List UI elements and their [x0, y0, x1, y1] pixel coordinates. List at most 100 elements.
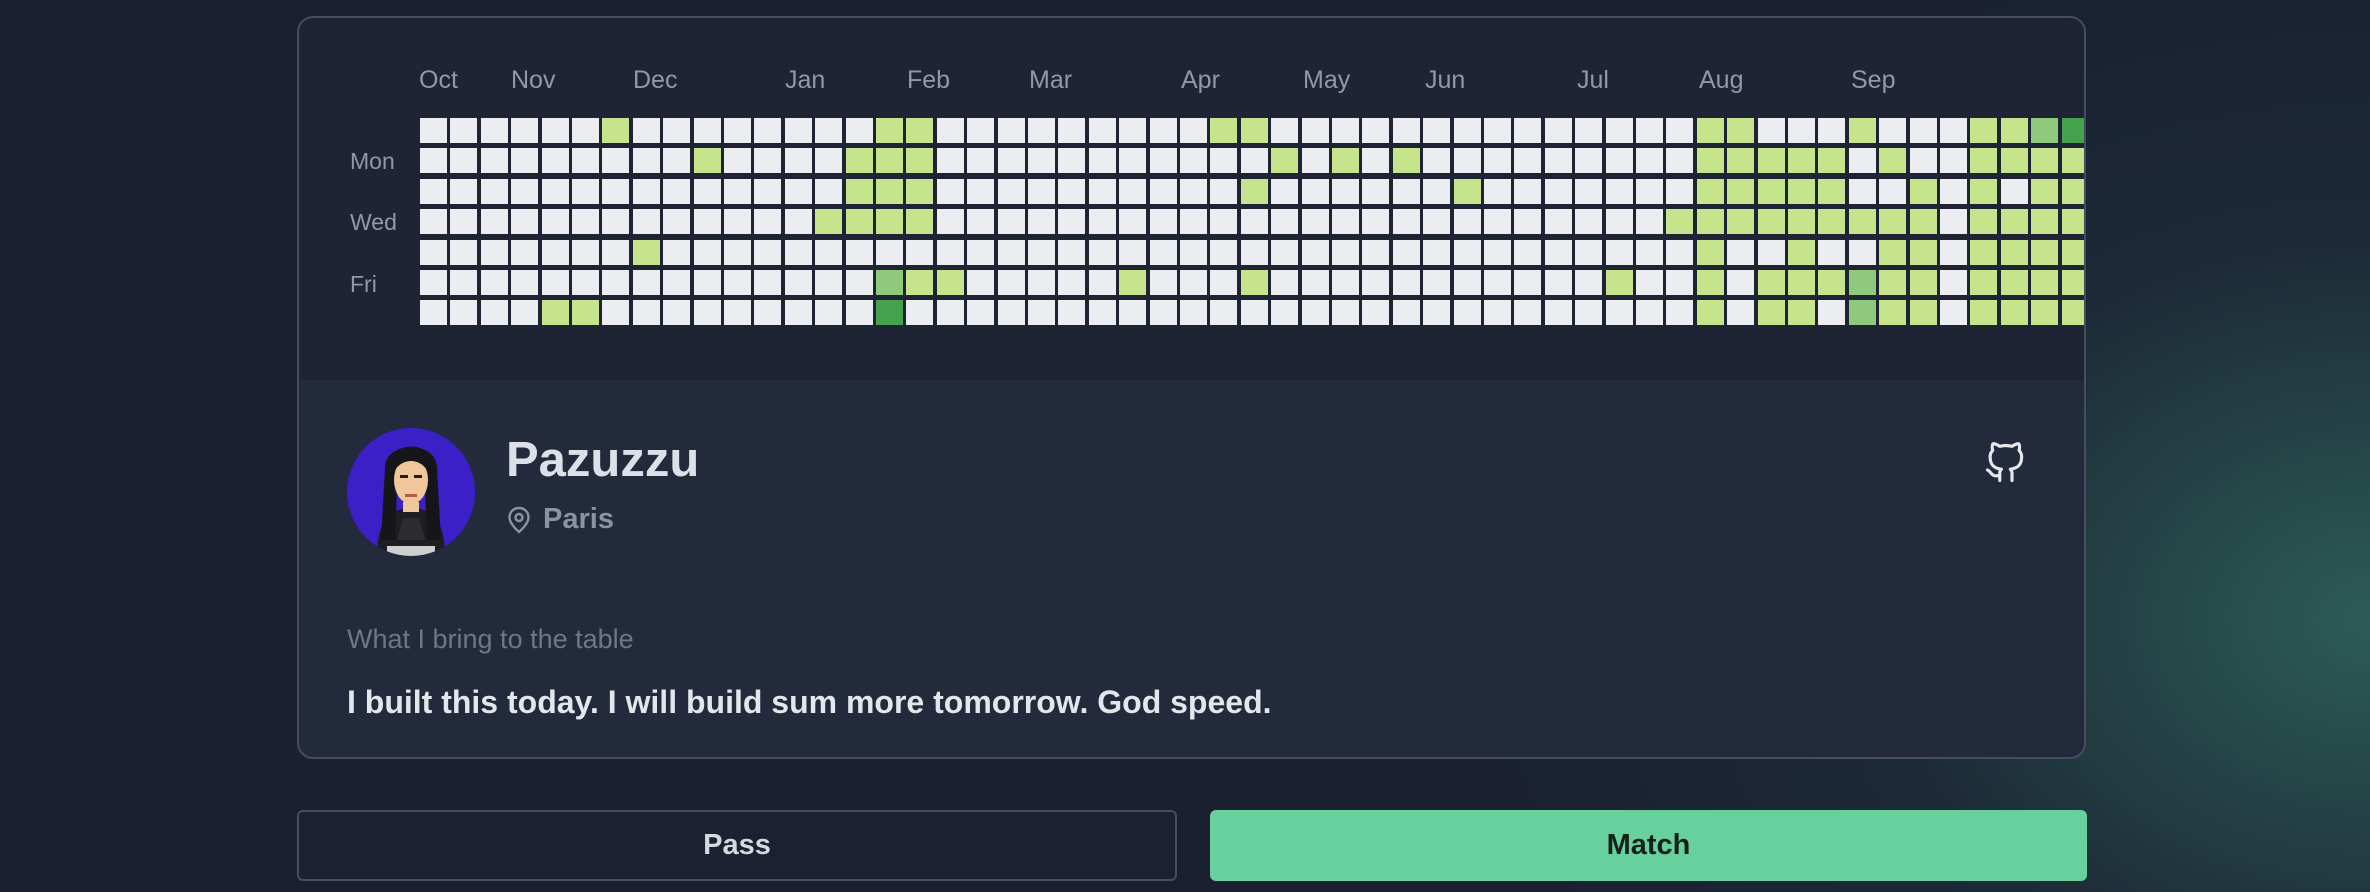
- contribution-cell: [693, 209, 721, 235]
- contribution-cell: [1909, 178, 1937, 204]
- contribution-cell: [1058, 270, 1086, 295]
- contribution-cell: [2061, 178, 2084, 204]
- contribution-cell: [1940, 239, 1967, 265]
- contribution-cell: [1970, 300, 1998, 326]
- contribution-cell: [663, 148, 691, 174]
- contribution-cell: [1028, 178, 1055, 204]
- contribution-cell: [1788, 148, 1815, 174]
- contribution-cell: [1484, 239, 1511, 265]
- contribution-cell: [1058, 209, 1086, 235]
- contribution-cell: [1484, 209, 1511, 235]
- contribution-cell: [602, 148, 630, 174]
- contribution-cell: [1848, 178, 1876, 204]
- contribution-cell: [1514, 270, 1542, 295]
- contribution-cell: [1727, 209, 1755, 235]
- contribution-cell: [1909, 239, 1937, 265]
- contribution-cell: [876, 239, 903, 265]
- contribution-cell: [572, 300, 599, 326]
- contribution-cell: [906, 118, 934, 143]
- month-label-sep: Sep: [1851, 66, 1896, 94]
- contribution-cell: [784, 118, 812, 143]
- contribution-cell: [1119, 118, 1147, 143]
- contribution-cell: [1423, 239, 1451, 265]
- contribution-cell: [1362, 118, 1390, 143]
- contribution-cell: [724, 209, 751, 235]
- contribution-cell: [480, 239, 508, 265]
- contribution-cell: [724, 300, 751, 326]
- contribution-cell: [1453, 270, 1481, 295]
- contribution-cell: [1210, 300, 1238, 326]
- contribution-cell: [663, 178, 691, 204]
- contribution-cell: [1696, 118, 1724, 143]
- contribution-cell: [967, 300, 995, 326]
- contribution-cell: [1362, 300, 1390, 326]
- contribution-cell: [602, 209, 630, 235]
- contribution-cell: [1636, 178, 1663, 204]
- contribution-cell: [724, 270, 751, 295]
- contribution-cell: [1788, 118, 1815, 143]
- contribution-cell: [1636, 270, 1663, 295]
- contribution-cell: [541, 118, 569, 143]
- contribution-cell: [1514, 178, 1542, 204]
- contribution-cell: [1848, 148, 1876, 174]
- contribution-cell: [1362, 270, 1390, 295]
- contribution-cell: [1180, 118, 1207, 143]
- contribution-cell: [997, 118, 1025, 143]
- contribution-cell: [2000, 209, 2028, 235]
- contribution-cell: [1848, 270, 1876, 295]
- contribution-cell: [906, 209, 934, 235]
- contribution-cell: [936, 239, 964, 265]
- contribution-cell: [1666, 178, 1694, 204]
- contribution-cell: [1119, 178, 1147, 204]
- contribution-cell: [420, 178, 447, 204]
- contribution-cell: [1514, 209, 1542, 235]
- contribution-cell: [1362, 209, 1390, 235]
- github-link[interactable]: [1984, 442, 2026, 484]
- contribution-cell: [876, 178, 903, 204]
- contribution-cell: [511, 239, 539, 265]
- contribution-cell: [511, 178, 539, 204]
- contribution-cell: [1210, 178, 1238, 204]
- contribution-cell: [1210, 270, 1238, 295]
- contribution-graph: Oct Nov Dec Jan Feb Mar Apr May Jun Jul …: [299, 18, 2084, 380]
- contribution-cell: [1423, 209, 1451, 235]
- contribution-cell: [1028, 118, 1055, 143]
- match-button[interactable]: Match: [1210, 810, 2087, 881]
- contribution-cell: [815, 178, 843, 204]
- contribution-cell: [1575, 118, 1603, 143]
- contribution-cell: [1149, 300, 1177, 326]
- day-label-wed: Wed: [350, 209, 397, 235]
- pass-button[interactable]: Pass: [297, 810, 1177, 881]
- github-icon: [1985, 442, 2024, 483]
- contribution-cell: [693, 148, 721, 174]
- month-label-dec: Dec: [633, 66, 678, 94]
- contribution-cell: [1362, 239, 1390, 265]
- contribution-cell: [2061, 209, 2084, 235]
- contribution-cell: [1757, 209, 1785, 235]
- contribution-cell: [1149, 178, 1177, 204]
- contribution-cell: [572, 209, 599, 235]
- contribution-cell: [754, 239, 782, 265]
- contribution-cell: [632, 118, 660, 143]
- contribution-cell: [1210, 239, 1238, 265]
- contribution-cell: [1544, 118, 1572, 143]
- contribution-cell: [1028, 239, 1055, 265]
- contribution-cell: [936, 148, 964, 174]
- contribution-cell: [1940, 209, 1967, 235]
- contribution-cell: [815, 209, 843, 235]
- contribution-cell: [1301, 148, 1329, 174]
- contribution-cell: [572, 118, 599, 143]
- contribution-cell: [1240, 118, 1268, 143]
- contribution-cell: [1575, 270, 1603, 295]
- contribution-cell: [906, 148, 934, 174]
- profile-location: Paris: [507, 503, 614, 536]
- contribution-cell: [420, 118, 447, 143]
- contribution-cell: [1848, 239, 1876, 265]
- contribution-cell: [754, 118, 782, 143]
- contribution-cell: [1575, 300, 1603, 326]
- contribution-cell: [845, 209, 873, 235]
- contribution-cell: [1818, 209, 1846, 235]
- contribution-cell: [1879, 178, 1907, 204]
- contribution-cell: [1119, 300, 1147, 326]
- contribution-cell: [2031, 209, 2059, 235]
